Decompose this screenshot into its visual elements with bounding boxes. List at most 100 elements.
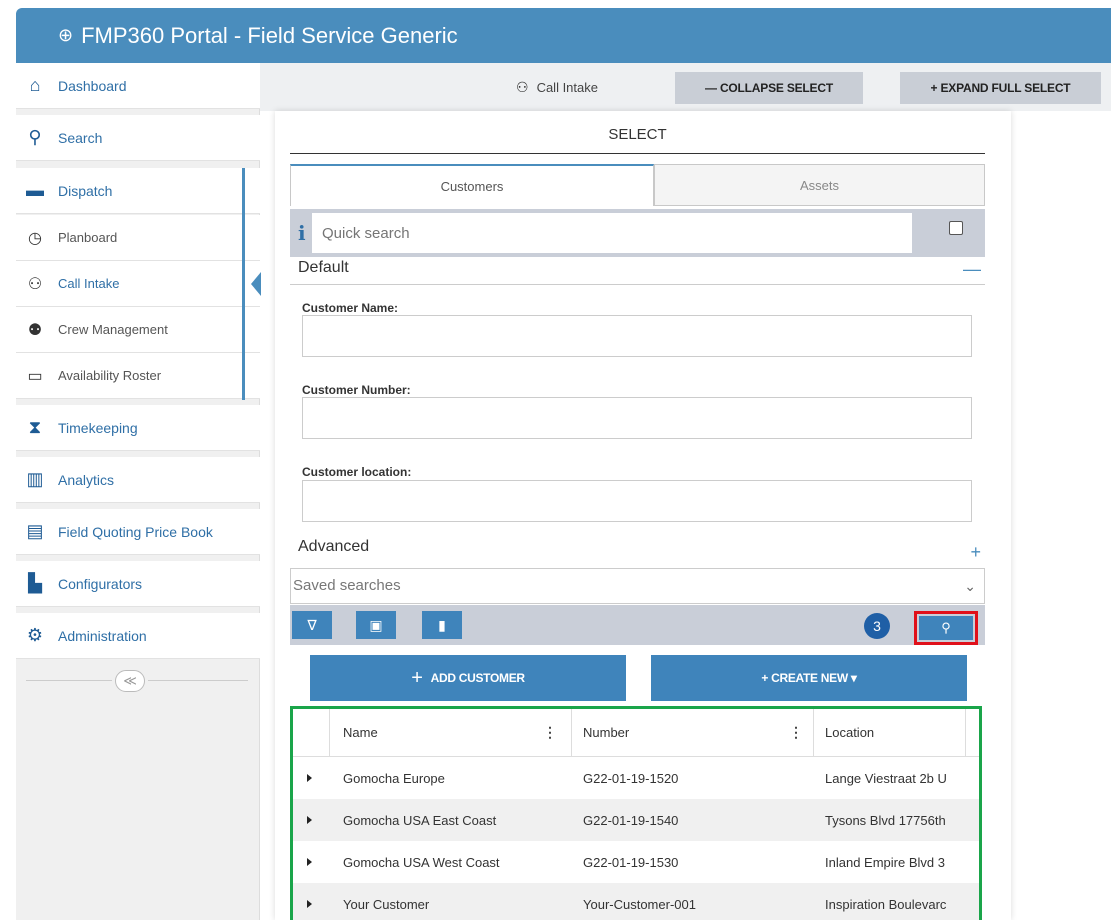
expand-row-icon[interactable] <box>307 858 312 866</box>
table-header-row: Name ⋮ Number ⋮ Location <box>293 709 979 757</box>
app-title-bar: ⊕ FMP360 Portal - Field Service Generic <box>16 8 1111 63</box>
column-separator <box>571 709 572 756</box>
hourglass-icon: ⧗ <box>28 417 42 437</box>
column-header-location[interactable]: Location <box>815 709 965 756</box>
add-customer-button[interactable]: + ADD CUSTOMER <box>310 655 626 701</box>
briefcase-icon: ▬ <box>26 180 44 200</box>
expand-row-icon[interactable] <box>307 900 312 908</box>
cogs-icon: ⚙ <box>26 625 44 645</box>
column-separator <box>965 709 966 756</box>
panel-title: SELECT <box>290 126 985 154</box>
cell-location: Tysons Blvd 17756th <box>825 812 946 828</box>
users-icon: ⚉ <box>27 321 43 339</box>
chevron-down-icon: ⌄ <box>964 578 976 594</box>
column-menu-icon[interactable]: ⋮ <box>789 724 803 741</box>
sidebar-item-label: Timekeeping <box>58 419 138 436</box>
expand-section-icon[interactable]: + <box>970 542 981 563</box>
customer-number-label: Customer Number: <box>302 383 411 397</box>
active-indicator <box>251 272 261 296</box>
table-row[interactable]: Your Customer Your-Customer-001 Inspirat… <box>293 883 979 920</box>
collapse-select-button[interactable]: — COLLAPSE SELECT <box>675 72 863 104</box>
sidebar-item-call-intake[interactable]: ⚇ Call Intake <box>16 261 261 307</box>
sidebar-item-planboard[interactable]: ◷ Planboard <box>16 215 260 261</box>
cell-location: Inland Empire Blvd 3 <box>825 854 945 870</box>
tab-customers[interactable]: Customers <box>290 164 654 206</box>
search-icon: ⚲ <box>919 616 973 640</box>
cell-location: Inspiration Boulevarc <box>825 896 947 912</box>
sidebar-item-search[interactable]: ⚲ Search <box>16 115 260 161</box>
sidebar-item-dispatch[interactable]: ▬ Dispatch <box>16 168 260 214</box>
create-new-button[interactable]: + CREATE NEW ▾ <box>651 655 967 701</box>
cell-name: Gomocha USA West Coast <box>343 854 500 870</box>
table-row[interactable]: Gomocha Europe G22-01-19-1520 Lange Vies… <box>293 757 979 799</box>
add-customer-label: ADD CUSTOMER <box>430 671 525 685</box>
table-row[interactable]: Gomocha USA West Coast G22-01-19-1530 In… <box>293 841 979 883</box>
quick-search-input[interactable] <box>312 213 912 253</box>
sidebar-item-timekeeping[interactable]: ⧗ Timekeeping <box>16 405 260 451</box>
search-button[interactable]: ⚲ <box>914 611 978 645</box>
sidebar-item-availability-roster[interactable]: ▭ Availability Roster <box>16 353 260 399</box>
cell-name: Gomocha USA East Coast <box>343 812 497 828</box>
save-search-button[interactable]: ▣ <box>356 611 396 639</box>
customer-name-label: Customer Name: <box>302 301 399 315</box>
expand-row-icon[interactable] <box>307 816 312 824</box>
binoculars-icon: ⚇ <box>516 79 529 95</box>
column-header-name[interactable]: Name <box>333 709 563 756</box>
saved-searches-select[interactable]: Saved searches ⌄ <box>290 568 985 604</box>
column-menu-icon[interactable]: ⋮ <box>543 724 557 741</box>
expand-row-icon[interactable] <box>307 774 312 782</box>
column-header-number[interactable]: Number <box>573 709 803 756</box>
collapse-sidebar-button[interactable]: ≪ <box>115 670 145 692</box>
divider <box>26 680 112 681</box>
search-icon: ⚲ <box>28 127 42 147</box>
sidebar-item-label: Dispatch <box>58 182 113 199</box>
save-icon: ▣ <box>369 616 383 633</box>
top-toolbar: ⚇ Call Intake — COLLAPSE SELECT + EXPAND… <box>260 63 1111 111</box>
customer-number-field[interactable] <box>302 397 972 439</box>
result-count-badge: 3 <box>864 613 890 639</box>
column-separator <box>329 709 330 756</box>
sidebar-item-label: Planboard <box>58 230 118 245</box>
filter-button[interactable]: ∇ <box>292 611 332 639</box>
customer-name-field[interactable] <box>302 315 972 357</box>
customer-location-field[interactable] <box>302 480 972 522</box>
breadcrumb: ⚇ Call Intake <box>516 79 598 96</box>
table-row[interactable]: Gomocha USA East Coast G22-01-19-1540 Ty… <box>293 799 979 841</box>
book-icon: ▤ <box>26 521 44 541</box>
factory-icon: ▙ <box>28 573 42 593</box>
customer-results-grid: Name ⋮ Number ⋮ Location Gomocha Europe … <box>290 706 982 920</box>
divider <box>148 680 248 681</box>
cell-location: Lange Viestraat 2b U <box>825 770 947 786</box>
sidebar-item-dashboard[interactable]: ⌂ Dashboard <box>16 63 260 109</box>
collapse-section-icon[interactable]: — <box>963 259 981 280</box>
cell-number: G22-01-19-1540 <box>583 812 679 828</box>
sidebar-item-label: Administration <box>58 627 147 644</box>
cell-number: G22-01-19-1530 <box>583 854 679 870</box>
advanced-section-header[interactable]: Advanced + <box>290 538 985 564</box>
breadcrumb-label: Call Intake <box>536 80 598 95</box>
info-icon[interactable]: i <box>298 221 306 245</box>
expand-full-select-button[interactable]: + EXPAND FULL SELECT <box>900 72 1101 104</box>
bar-chart-icon: ▥ <box>26 469 44 489</box>
cell-name: Your Customer <box>343 896 430 912</box>
sidebar-item-field-quoting-price-book[interactable]: ▤ Field Quoting Price Book <box>16 509 260 555</box>
delete-search-button[interactable]: ▮ <box>422 611 462 639</box>
trash-icon: ▮ <box>438 616 446 633</box>
section-title: Default <box>298 259 349 276</box>
default-section-header[interactable]: Default — <box>290 259 985 285</box>
sidebar-item-crew-management[interactable]: ⚉ Crew Management <box>16 307 260 353</box>
sidebar-item-administration[interactable]: ⚙ Administration <box>16 613 260 659</box>
sidebar-item-label: Crew Management <box>58 322 168 337</box>
app-title: FMP360 Portal - Field Service Generic <box>81 22 458 48</box>
sidebar-item-label: Analytics <box>58 471 115 488</box>
sidebar-item-label: Search <box>58 129 103 146</box>
customer-location-label: Customer location: <box>302 465 412 479</box>
sidebar-item-analytics[interactable]: ▥ Analytics <box>16 457 260 503</box>
cell-number: G22-01-19-1520 <box>583 770 679 786</box>
tab-assets[interactable]: Assets <box>654 164 985 206</box>
cell-number: Your-Customer-001 <box>583 896 696 912</box>
binoculars-icon: ⚇ <box>27 275 43 293</box>
sidebar-item-configurators[interactable]: ▙ Configurators <box>16 561 260 607</box>
quick-search-checkbox[interactable] <box>949 221 963 235</box>
sidebar: ⌂ Dashboard ⚲ Search ▬ Dispatch ◷ Planbo… <box>16 63 261 920</box>
